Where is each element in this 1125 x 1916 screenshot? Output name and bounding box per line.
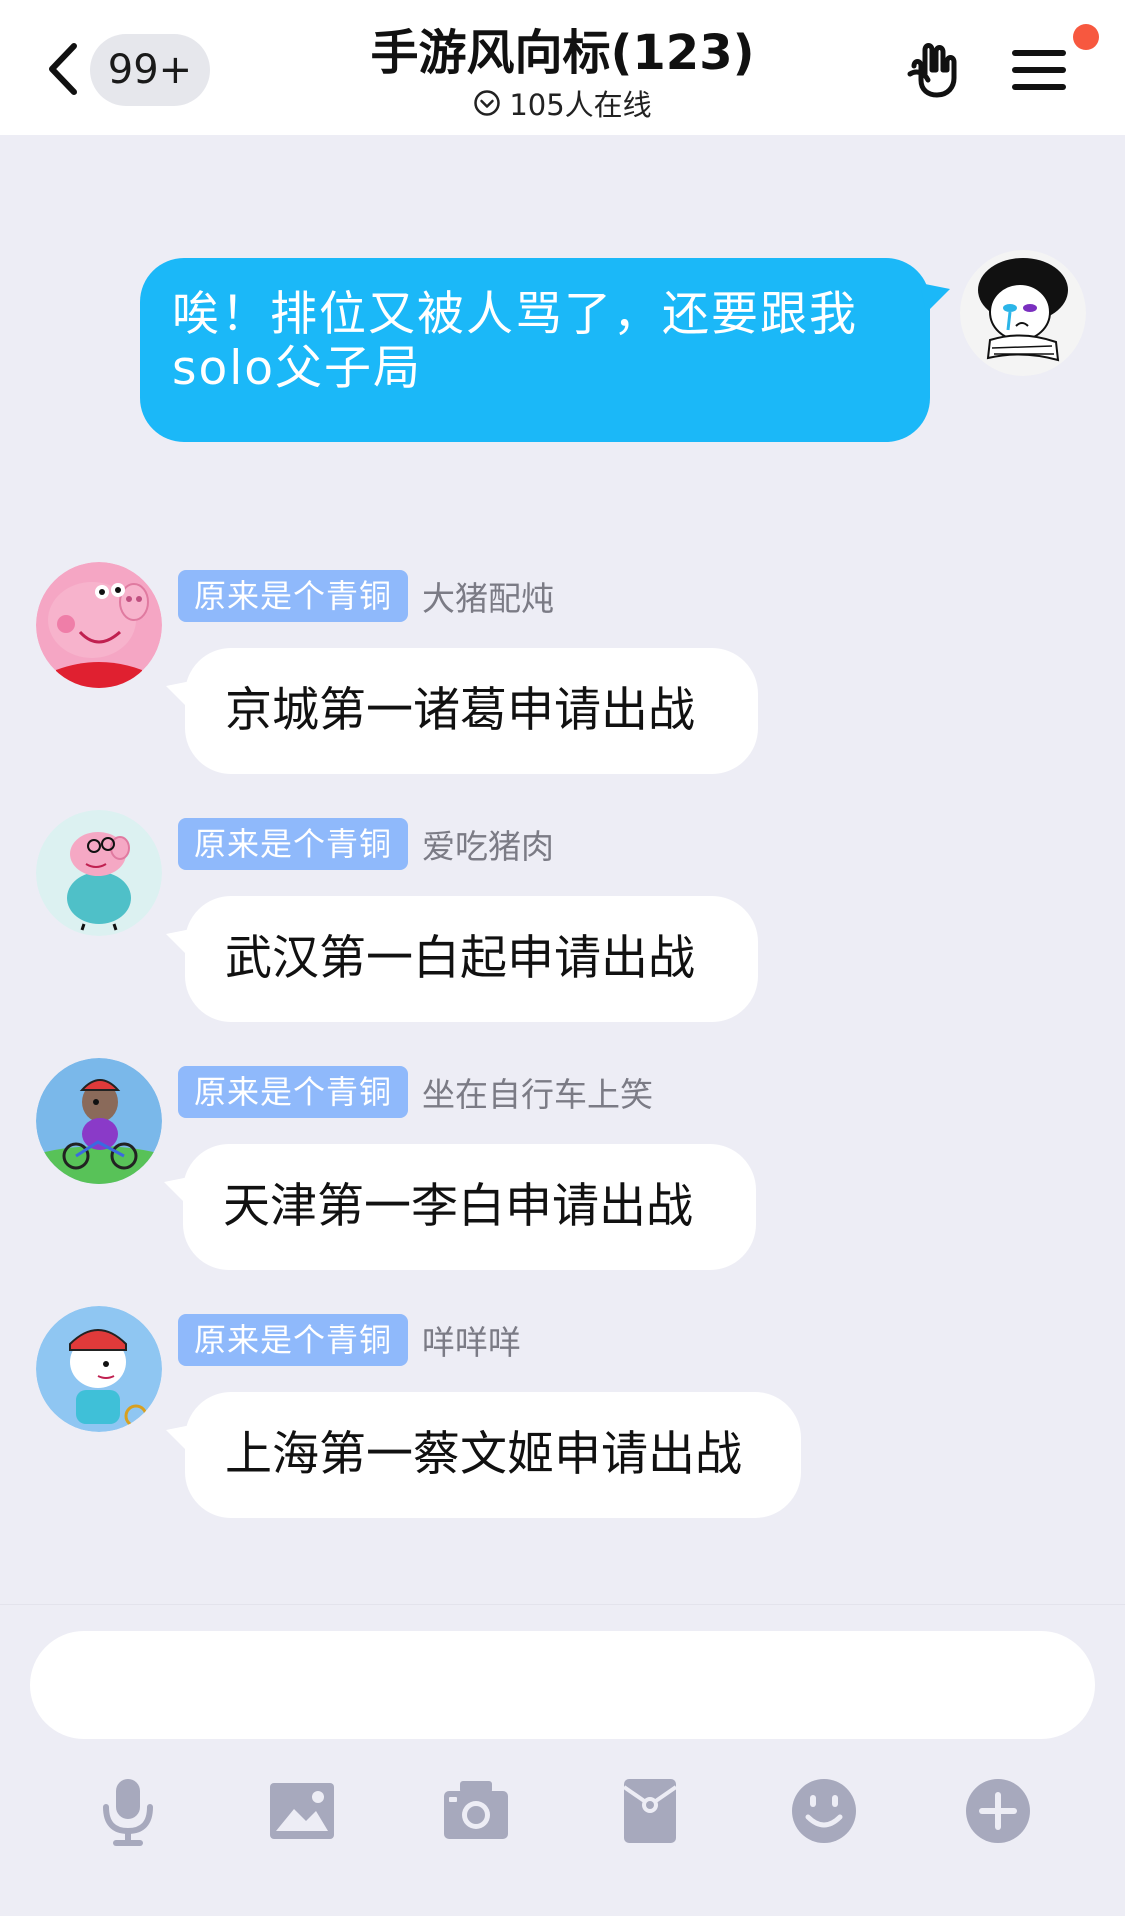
- sender-nickname[interactable]: 大猪配炖: [422, 572, 554, 620]
- meme-face-icon: [960, 250, 1086, 376]
- bubble-tail: [920, 283, 950, 313]
- sheep-avatar-icon: [36, 1306, 162, 1432]
- input-area: [0, 1604, 1125, 1916]
- message-text-line: 唉！排位又被人骂了，还要跟我: [172, 287, 858, 342]
- incoming-message-bubble[interactable]: 天津第一李白申请出战: [183, 1144, 756, 1270]
- emoji-icon: [792, 1779, 856, 1843]
- my-avatar[interactable]: [960, 250, 1086, 376]
- online-count-text: 105人在线: [509, 88, 652, 122]
- camera-button[interactable]: [440, 1775, 512, 1847]
- chevron-circle-icon: [474, 90, 501, 116]
- sender-avatar[interactable]: [36, 810, 162, 936]
- chat-header: 99+ 手游风向标(123) 105人在线: [0, 0, 1125, 135]
- message-text-line: solo父子局: [172, 341, 423, 396]
- voice-button[interactable]: [92, 1775, 164, 1847]
- sender-nickname[interactable]: 坐在自行车上笑: [422, 1068, 653, 1116]
- message-input[interactable]: [30, 1631, 1095, 1739]
- sender-avatar[interactable]: [36, 1058, 162, 1184]
- message-meta: 原来是个青铜 咩咩咩: [178, 1314, 521, 1366]
- menu-icon[interactable]: [1012, 46, 1066, 94]
- sender-avatar[interactable]: [36, 1306, 162, 1432]
- emoji-button[interactable]: [788, 1775, 860, 1847]
- image-button[interactable]: [266, 1775, 338, 1847]
- message-meta: 原来是个青铜 爱吃猪肉: [178, 818, 554, 870]
- camera-icon: [444, 1781, 508, 1839]
- pink-pig-avatar-icon: [36, 562, 162, 688]
- incoming-message-bubble[interactable]: 京城第一诸葛申请出战: [185, 648, 758, 774]
- microphone-icon: [103, 1779, 153, 1846]
- level-badge: 原来是个青铜: [178, 570, 409, 622]
- incoming-message-bubble[interactable]: 上海第一蔡文姬申请出战: [185, 1392, 801, 1518]
- sender-nickname[interactable]: 咩咩咩: [422, 1316, 521, 1364]
- plus-icon: [966, 1779, 1030, 1843]
- sender-nickname[interactable]: 爱吃猪肉: [422, 820, 554, 868]
- incoming-message-bubble[interactable]: 武汉第一白起申请出战: [185, 896, 758, 1022]
- more-button[interactable]: [962, 1775, 1034, 1847]
- bike-rider-avatar-icon: [36, 1058, 162, 1184]
- chat-screen: 99+ 手游风向标(123) 105人在线 唉！排位又被人骂了，还要跟我 sol…: [0, 0, 1125, 1916]
- outgoing-message-bubble[interactable]: 唉！排位又被人骂了，还要跟我 solo父子局: [140, 258, 930, 442]
- daddy-pig-avatar-icon: [36, 810, 162, 936]
- sender-avatar[interactable]: [36, 562, 162, 688]
- level-badge: 原来是个青铜: [178, 1066, 409, 1118]
- notification-dot: [1073, 24, 1099, 50]
- message-meta: 原来是个青铜 大猪配炖: [178, 570, 554, 622]
- rock-hand-icon[interactable]: [904, 40, 964, 100]
- level-badge: 原来是个青铜: [178, 1314, 409, 1366]
- image-icon: [270, 1783, 334, 1839]
- red-packet-button[interactable]: [614, 1775, 686, 1847]
- level-badge: 原来是个青铜: [178, 818, 409, 870]
- message-meta: 原来是个青铜 坐在自行车上笑: [178, 1066, 653, 1118]
- red-packet-icon: [622, 1779, 678, 1843]
